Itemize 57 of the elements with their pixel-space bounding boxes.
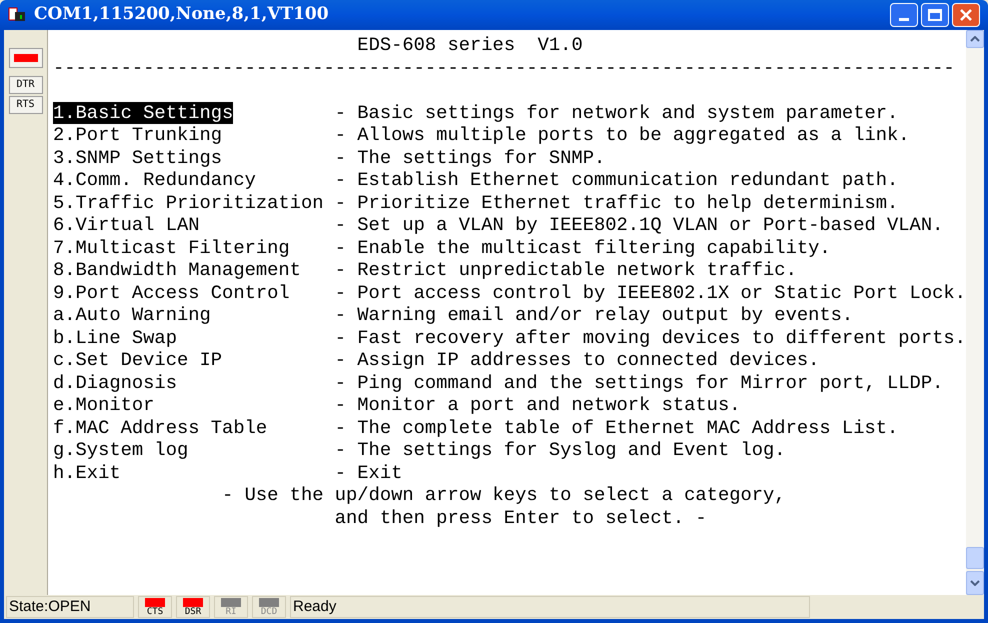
menu-description: - Allows multiple ports to be aggregated as a link. xyxy=(334,124,910,146)
terminal-hint: - Use the up/down arrow keys to select a category, xyxy=(222,484,786,506)
scroll-down-button[interactable] xyxy=(966,571,984,595)
menu-item[interactable]: h.Exit xyxy=(53,462,121,484)
signal-led: DSR xyxy=(176,596,210,618)
menu-description: - Port access control by IEEE802.1X or Static Port Lock. xyxy=(334,282,966,304)
menu-item[interactable]: d.Diagnosis xyxy=(53,372,177,394)
scroll-thumb[interactable] xyxy=(966,547,984,569)
terminal-hint: and then press Enter to select. - xyxy=(334,506,707,528)
chevron-up-icon xyxy=(970,36,980,42)
menu-description: - Establish Ethernet communication redundant path. xyxy=(334,169,898,192)
menu-description: - Restrict unpredictable network traffic. xyxy=(334,259,797,282)
menu-description: - Ping command and the settings for Mirror port, LLDP. xyxy=(334,372,944,394)
close-button[interactable] xyxy=(952,3,980,27)
menu-item[interactable]: f.MAC Address Table xyxy=(53,416,268,438)
menu-description: - Warning email and/or relay output by events. xyxy=(334,304,854,326)
menu-description: - Set up a VLAN by IEEE802.1Q VLAN or Port-based VLAN. xyxy=(334,214,944,236)
signal-toggle-button[interactable]: DTR xyxy=(8,76,42,94)
menu-item[interactable]: a.Auto Warning xyxy=(53,304,211,326)
minimize-button[interactable] xyxy=(890,3,918,27)
menu-item[interactable]: c.Set Device IP xyxy=(53,349,222,371)
menu-description: - Prioritize Ethernet traffic to help determinism. xyxy=(334,192,898,214)
menu-item[interactable]: 9.Port Access Control xyxy=(53,282,290,304)
menu-description: - The settings for Syslog and Event log. xyxy=(334,439,786,462)
menu-item[interactable]: 1.Basic Settings xyxy=(53,102,234,124)
menu-item[interactable]: 6.Virtual LAN xyxy=(53,214,200,236)
window-title: COM1,115200,None,8,1,VT100 xyxy=(34,3,329,26)
menu-item[interactable]: 4.Comm. Redundancy xyxy=(53,169,256,191)
menu-description: - Basic settings for network and system parameter. xyxy=(334,102,898,124)
chevron-down-icon xyxy=(970,580,980,586)
menu-description: - The settings for SNMP. xyxy=(334,146,606,169)
signal-led: RI xyxy=(214,596,248,618)
signal-led: DCD xyxy=(252,596,286,618)
scroll-up-button[interactable] xyxy=(966,30,984,48)
menu-item[interactable]: 8.Bandwidth Management xyxy=(53,259,301,281)
menu-item[interactable]: b.Line Swap xyxy=(53,326,177,348)
menu-description: - Assign IP addresses to connected devices. xyxy=(334,349,820,372)
menu-item[interactable]: 7.Multicast Filtering xyxy=(53,236,290,258)
menu-description: - Monitor a port and network status. xyxy=(334,394,740,416)
menu-item[interactable]: 3.SNMP Settings xyxy=(53,146,222,168)
menu-description: - The complete table of Ethernet MAC Address List. xyxy=(334,416,898,439)
menu-description: - Fast recovery after moving devices to different ports. xyxy=(334,326,966,349)
terminal-header: EDS-608 series V1.0 xyxy=(357,34,583,56)
menu-description: - Exit xyxy=(334,462,402,484)
menu-item[interactable]: 5.Traffic Prioritization xyxy=(53,192,324,214)
close-icon xyxy=(959,8,973,22)
connection-state: State:OPEN xyxy=(6,596,134,618)
menu-description: - Enable the multicast filtering capability. xyxy=(334,236,831,259)
signal-led: CTS xyxy=(138,596,172,618)
menu-item[interactable]: 2.Port Trunking xyxy=(53,124,222,146)
status-message: Ready xyxy=(290,596,810,618)
terminal-rule: -------------------------------------------------------------------------------- xyxy=(53,56,955,78)
signal-toggle-button[interactable]: RTS xyxy=(8,96,42,114)
terminal-app-icon xyxy=(8,6,26,24)
menu-item[interactable]: g.System log xyxy=(53,439,188,461)
maximize-button[interactable] xyxy=(921,3,949,27)
menu-item[interactable]: e.Monitor xyxy=(53,394,154,416)
